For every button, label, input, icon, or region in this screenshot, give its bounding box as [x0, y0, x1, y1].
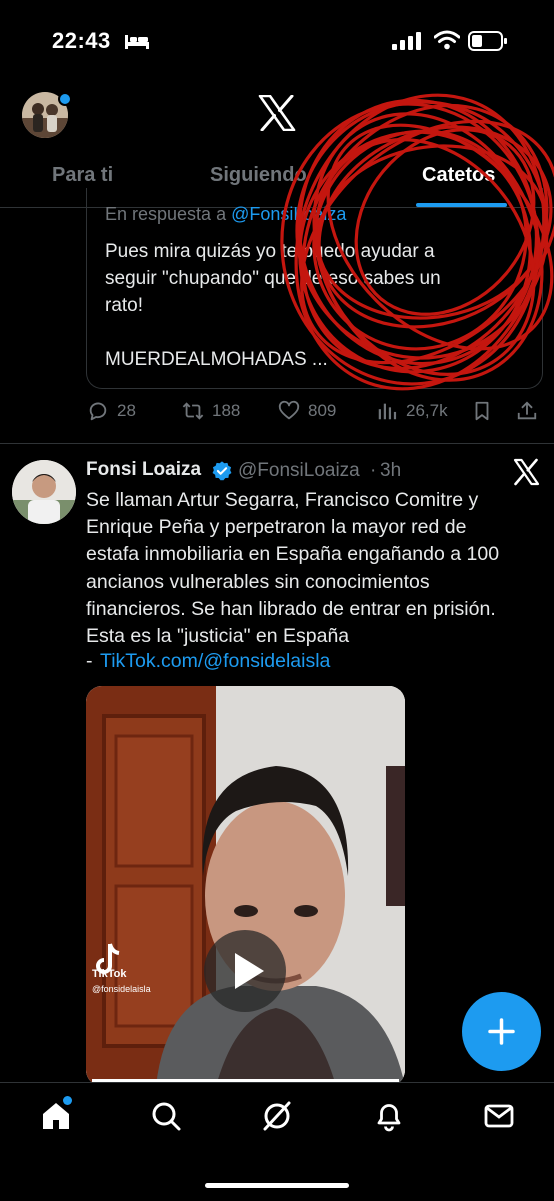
grok-x-icon[interactable]: [512, 458, 540, 486]
verified-icon: [212, 461, 232, 481]
like-count: 809: [308, 401, 337, 420]
tiktok-watermark: TikTok: [92, 968, 127, 980]
signal-icon: [392, 32, 421, 50]
reply-count: 28: [117, 401, 136, 420]
grok-icon[interactable]: [261, 1100, 293, 1132]
messages-icon[interactable]: [483, 1100, 515, 1132]
retweet-count: 188: [212, 401, 241, 420]
reply-icon: [89, 402, 107, 421]
home-indicator[interactable]: [205, 1183, 349, 1188]
reply-button[interactable]: 28: [87, 400, 136, 422]
x-logo-icon: [258, 95, 296, 131]
wifi-icon: [434, 30, 460, 50]
tweet-author-name[interactable]: Fonsi Loaiza: [86, 459, 201, 481]
retweet-icon: [182, 402, 204, 420]
notifications-icon[interactable]: [373, 1100, 405, 1132]
reply-handle-link[interactable]: @FonsiLoaiza: [231, 204, 346, 224]
views-icon: [378, 403, 397, 420]
home-notification-dot: [63, 1096, 72, 1105]
bed-icon: [125, 35, 149, 49]
tweet-timestamp[interactable]: 3h: [380, 460, 401, 482]
bookmark-icon: [475, 401, 489, 421]
tweet-author-avatar[interactable]: [12, 460, 76, 524]
share-button[interactable]: [516, 400, 538, 422]
views-button[interactable]: 26,7k: [376, 400, 448, 422]
tiktok-link[interactable]: TikTok.com/@fonsidelaisla: [100, 650, 330, 673]
reply-context: En respuesta a @FonsiLoaiza: [105, 204, 346, 225]
quoted-tweet-text: Pues mira quizás yo te puedo ayudar a se…: [105, 241, 441, 370]
bookmark-button[interactable]: [471, 400, 493, 422]
tiktok-logo: [96, 943, 120, 974]
tab-para-ti[interactable]: Para ti: [52, 164, 113, 187]
play-button[interactable]: [204, 930, 286, 1012]
views-count: 26,7k: [406, 401, 448, 420]
tweet-video[interactable]: [86, 686, 405, 1086]
tiktok-handle-watermark: @fonsidelaisla: [92, 984, 151, 994]
tweet-divider: [0, 443, 554, 444]
retweet-button[interactable]: 188: [182, 400, 240, 422]
compose-button[interactable]: [462, 992, 541, 1071]
compose-icon: [488, 1018, 515, 1045]
link-prefix: -: [86, 650, 93, 672]
tweet-text: Se llaman Artur Segarra, Francisco Comit…: [86, 489, 500, 648]
meta-separator: ·: [370, 460, 377, 481]
search-icon[interactable]: [150, 1100, 182, 1132]
battery-icon: [468, 31, 507, 51]
status-time: 22:43: [52, 28, 111, 53]
reply-prefix: En respuesta a: [105, 204, 232, 224]
like-button[interactable]: 809: [278, 400, 336, 422]
tweet-author-handle[interactable]: @FonsiLoaiza: [238, 460, 360, 482]
share-icon: [517, 401, 537, 420]
tab-siguiendo[interactable]: Siguiendo: [210, 164, 307, 187]
play-icon: [235, 953, 264, 989]
like-icon: [278, 400, 300, 420]
tab-catetos[interactable]: Catetos: [422, 164, 495, 187]
notification-dot: [58, 92, 72, 106]
